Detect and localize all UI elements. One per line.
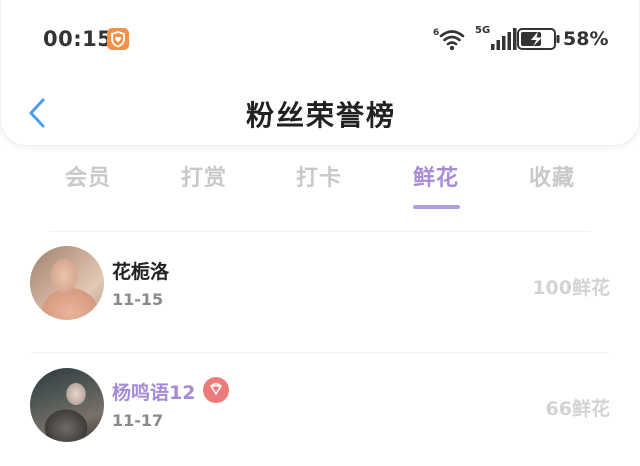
fan-date: 11-15 — [112, 290, 164, 309]
avatar — [30, 368, 104, 442]
status-time: 00:15 — [43, 27, 113, 51]
list-item[interactable]: 杨鸣语12 11-17 66鲜花 — [0, 354, 640, 464]
tab-member[interactable]: 会员 — [43, 160, 133, 212]
signal-strength-icon — [491, 28, 517, 54]
tab-active-indicator — [413, 205, 460, 209]
avatar — [30, 246, 104, 320]
fan-name: 花栀洛 — [112, 261, 170, 283]
network-type-label: 5G — [475, 25, 491, 36]
fan-flower-count: 66鲜花 — [545, 398, 610, 420]
tab-flowers[interactable]: 鲜花 — [391, 160, 481, 212]
header-card: 00:15 6 5G 58% 粉丝荣誉榜 — [0, 0, 640, 146]
diamond-icon — [203, 377, 229, 403]
battery-percent: 58% — [563, 28, 609, 50]
fan-flower-count: 100鲜花 — [532, 277, 610, 299]
page-title: 粉丝荣誉榜 — [245, 99, 396, 132]
wifi-icon: 6 — [433, 26, 467, 56]
fan-date: 11-17 — [112, 411, 164, 430]
list-item[interactable]: 花栀洛 11-15 100鲜花 — [0, 232, 640, 342]
tab-favorites[interactable]: 收藏 — [507, 160, 597, 212]
app-screen: 00:15 6 5G 58% 粉丝荣誉榜 会员 打赏 打卡 鲜花 收藏 花栀洛 … — [0, 0, 640, 466]
tab-tip[interactable]: 打赏 — [159, 160, 249, 212]
divider — [30, 352, 610, 353]
heart-shield-icon — [107, 28, 129, 50]
tab-checkin[interactable]: 打卡 — [274, 160, 364, 212]
fan-name: 杨鸣语12 — [112, 382, 196, 404]
status-bar: 00:15 6 5G 58% — [1, 0, 640, 80]
svg-text:6: 6 — [433, 28, 439, 38]
tab-flowers-label: 鲜花 — [412, 166, 459, 191]
title-bar: 粉丝荣誉榜 — [1, 80, 640, 146]
battery-charging-icon — [517, 28, 561, 54]
tab-bar: 会员 打赏 打卡 鲜花 收藏 — [0, 160, 640, 212]
